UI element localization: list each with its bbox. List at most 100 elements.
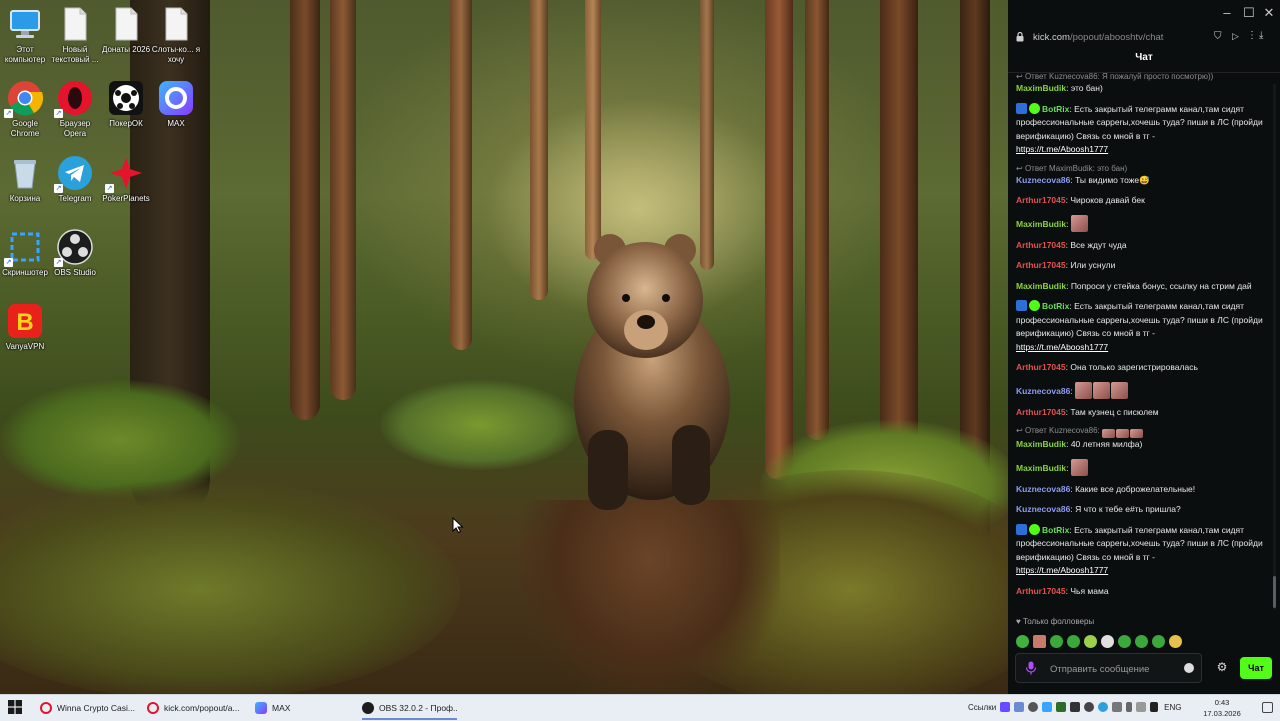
username[interactable]: Kuznecova86: [1016, 175, 1070, 185]
username[interactable]: BotRix: [1042, 525, 1069, 535]
chat-message: Arthur17045: Все ждут чуда: [1016, 239, 1127, 250]
taskbar-item-label: Winna Crypto Casi...: [57, 703, 135, 713]
username[interactable]: MaximBudik: [1016, 463, 1066, 473]
links-toolbar[interactable]: Ссылки: [968, 703, 996, 712]
gear-icon[interactable]: ⚙: [1215, 660, 1229, 674]
taskbar-item-kick[interactable]: kick.com/popout/a...: [147, 698, 247, 718]
emote-image: [1070, 214, 1088, 232]
username[interactable]: Kuznecova86: [1016, 504, 1070, 514]
taskbar-item-obs[interactable]: OBS 32.0.2 - Проф...: [362, 698, 457, 720]
message-link[interactable]: https://t.me/Aboosh1777: [1016, 144, 1108, 154]
chat-scrollbar[interactable]: [1273, 84, 1276, 610]
microphone-icon[interactable]: [1025, 661, 1037, 675]
username[interactable]: Arthur17045: [1016, 260, 1066, 270]
desktop-icon-max[interactable]: MAX: [151, 80, 201, 129]
emote-button[interactable]: [1050, 635, 1063, 649]
desktop-icon-pokerok[interactable]: ПокерОК: [101, 80, 151, 129]
emote-button[interactable]: [1084, 635, 1097, 649]
bot-badge-icon: [1016, 102, 1027, 114]
tray-app-icon[interactable]: [1042, 702, 1053, 712]
more-icon[interactable]: ⋮: [1247, 30, 1257, 41]
message-link[interactable]: https://t.me/Aboosh1777: [1016, 565, 1108, 575]
desktop-icon-recycle-bin[interactable]: Корзина: [0, 155, 50, 204]
emote-button[interactable]: [1152, 635, 1165, 649]
show-desktop-button[interactable]: [1262, 699, 1274, 717]
emote-image: [1130, 429, 1143, 438]
emote-button[interactable]: [1016, 635, 1029, 649]
tray-app-icon[interactable]: [1112, 702, 1123, 712]
send-chat-button[interactable]: Чат: [1240, 657, 1272, 679]
emote-button[interactable]: [1101, 635, 1114, 649]
start-button[interactable]: [8, 700, 24, 716]
emote-image: [1116, 429, 1129, 438]
system-clock[interactable]: 0:43 17.03.2026: [1200, 697, 1244, 719]
emote-button[interactable]: [1033, 635, 1046, 649]
emote-button[interactable]: [1135, 635, 1148, 649]
tray-app-icon[interactable]: [1056, 702, 1067, 712]
taskbar-item-label: OBS 32.0.2 - Проф...: [379, 703, 457, 713]
desktop-icon-telegram[interactable]: ↗ Telegram: [50, 155, 100, 204]
telegram-tray-icon[interactable]: [1098, 702, 1109, 712]
desktop-icon-new-text-file[interactable]: Новый текстовый ...: [50, 6, 100, 65]
emote-button[interactable]: [1169, 635, 1182, 649]
notifications-icon: [1262, 702, 1273, 713]
volume-icon[interactable]: [1150, 702, 1159, 712]
username[interactable]: BotRix: [1042, 104, 1069, 114]
desktop-icon-donaty-2026[interactable]: Донаты 2026: [101, 6, 151, 55]
username[interactable]: MaximBudik: [1016, 439, 1066, 449]
play-icon[interactable]: ▷: [1232, 31, 1239, 42]
svg-text:B: B: [16, 309, 33, 336]
download-icon[interactable]: ⤓: [1259, 30, 1263, 41]
username[interactable]: Arthur17045: [1016, 362, 1066, 372]
shortcut-arrow-icon: ↗: [54, 258, 63, 267]
max-tray-icon[interactable]: [1000, 702, 1011, 712]
desktop-icon-obs-studio[interactable]: ↗ OBS Studio: [50, 229, 100, 278]
chat-message-input[interactable]: [1048, 660, 1182, 678]
username[interactable]: MaximBudik: [1016, 281, 1066, 291]
shield-icon[interactable]: ⛉: [1214, 31, 1222, 42]
emote-image: [1111, 381, 1129, 399]
desktop-icon-pokerplanets[interactable]: ↗ PokerPlanets: [101, 155, 151, 204]
chat-message: ↩ Ответ Kuznecova86: Я пожалуй просто по…: [1016, 72, 1270, 96]
tray-app-icon[interactable]: [1028, 702, 1039, 712]
username[interactable]: MaximBudik: [1016, 83, 1066, 93]
tray-app-icon[interactable]: [1136, 702, 1147, 712]
username[interactable]: Arthur17045: [1016, 407, 1066, 417]
emote-button[interactable]: [1118, 635, 1131, 649]
username[interactable]: Arthur17045: [1016, 240, 1066, 250]
tree-trunk: [530, 0, 548, 300]
username[interactable]: Kuznecova86: [1016, 386, 1070, 396]
username[interactable]: Arthur17045: [1016, 195, 1066, 205]
cloud-icon[interactable]: [1014, 702, 1025, 712]
desktop-icon-google-chrome[interactable]: ↗ Google Chrome: [0, 80, 50, 139]
username[interactable]: BotRix: [1042, 301, 1069, 311]
reply-icon: ↩: [1016, 163, 1025, 173]
message-link[interactable]: https://t.me/Aboosh1777: [1016, 342, 1108, 352]
username[interactable]: MaximBudik: [1016, 219, 1066, 229]
language-indicator[interactable]: ENG: [1164, 703, 1181, 712]
emote-button[interactable]: [1067, 635, 1080, 649]
desktop-icon-sloty[interactable]: Слоты-ко... я хочу: [151, 6, 201, 65]
address-bar[interactable]: kick.com/popout/abooshtv/chat ⛉ ▷ ⋮ ⤓: [1008, 28, 1280, 48]
emoji-picker-icon[interactable]: [1184, 663, 1194, 673]
url-host: kick.com: [1033, 32, 1070, 43]
username[interactable]: Kuznecova86: [1016, 484, 1070, 494]
chat-message: Kuznecova86:: [1016, 381, 1270, 399]
clock-date: 17.03.2026: [1203, 709, 1241, 718]
taskbar-item-winna[interactable]: Winna Crypto Casi...: [40, 698, 140, 718]
username[interactable]: Arthur17045: [1016, 586, 1066, 596]
desktop-icon-screenshoter[interactable]: ↗ Скриншотер: [0, 229, 50, 278]
tray-app-icon[interactable]: [1084, 702, 1095, 712]
close-icon[interactable]: ✕: [1260, 5, 1278, 21]
tray-app-icon[interactable]: [1070, 702, 1081, 712]
desktop-icon-opera[interactable]: ↗ Браузер Opera: [50, 80, 100, 139]
maximize-icon[interactable]: ☐: [1240, 5, 1258, 21]
usb-icon[interactable]: [1126, 702, 1133, 712]
taskbar-item-max[interactable]: MAX: [255, 698, 350, 718]
scrollbar-thumb[interactable]: [1273, 576, 1276, 608]
windows-taskbar: Winna Crypto Casi... kick.com/popout/a..…: [0, 694, 1280, 721]
desktop-icon-vanyavpn[interactable]: B VanyaVPN: [0, 303, 50, 352]
desktop-icon-this-computer[interactable]: Этот компьютер: [0, 6, 50, 65]
emote-image: [1075, 381, 1093, 399]
minimize-icon[interactable]: –: [1218, 5, 1236, 21]
